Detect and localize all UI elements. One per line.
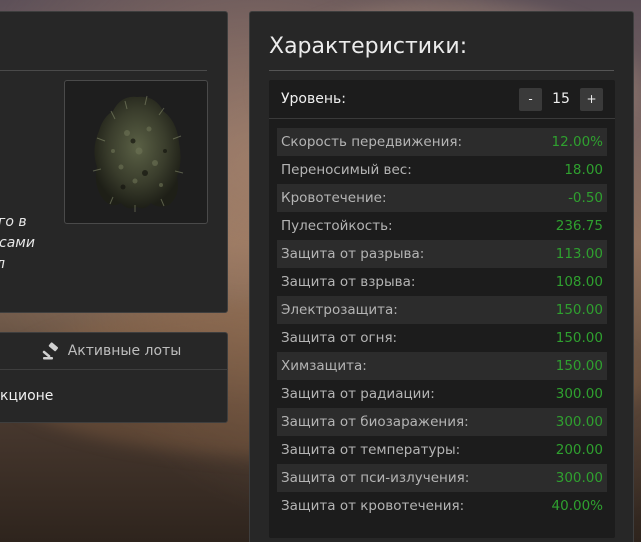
stat-name: Защита от кровотечения: [281,498,465,514]
stat-row: Защита от радиации: 300.00 [277,380,607,408]
stat-row: Кровотечение: -0.50 [277,184,607,212]
stat-value: 12.00% [551,134,603,150]
stat-row: Химзащита: 150.00 [277,352,607,380]
stat-row: Защита от взрыва: 108.00 [277,268,607,296]
lots-panel: Активные лоты кционе [0,332,228,423]
stat-value: 18.00 [564,162,603,178]
stat-value: 200.00 [555,442,603,458]
ghillie-suit-image [92,95,184,212]
stat-name: Переносимый вес: [281,162,412,178]
auction-status: кционе [0,388,54,404]
stat-name: Защита от температуры: [281,442,461,458]
stat-value: 40.00% [551,498,603,514]
stat-value: 300.00 [555,470,603,486]
stat-row: Электрозащита: 150.00 [277,296,607,324]
stat-name: Химзащита: [281,358,367,374]
characteristics-panel: Характеристики: Уровень: - 15 + Скорость… [249,11,634,542]
stat-row: Защита от разрыва: 113.00 [277,240,607,268]
level-value: 15 [552,91,570,107]
tab-label: Активные лоты [67,343,182,359]
level-increase-button[interactable]: + [580,87,603,111]
item-info-panel: го в сами л [0,11,228,313]
level-row: Уровень: - 15 + [269,80,615,119]
stat-name: Кровотечение: [281,190,387,206]
description-line: л [0,254,35,275]
stat-name: Защита от радиации: [281,386,435,402]
stat-value: 150.00 [555,330,603,346]
stats-container: Уровень: - 15 + Скорость передвижения: 12… [269,80,615,538]
description-line: го в [0,214,27,230]
stat-value: 236.75 [555,218,603,234]
stat-name: Электрозащита: [281,302,398,318]
stat-name: Пулестойкость: [281,218,393,234]
description-line: сами [0,235,35,251]
stat-row: Защита от биозаражения: 300.00 [277,408,607,436]
stat-value: 150.00 [555,358,603,374]
tab-active-lots[interactable]: Активные лоты [0,333,227,370]
stat-value: 113.00 [555,246,603,262]
stat-value: -0.50 [568,190,603,206]
stat-value: 300.00 [555,414,603,430]
stat-value: 300.00 [555,386,603,402]
stat-row: Защита от огня: 150.00 [277,324,607,352]
page-title: Характеристики: [269,34,468,59]
stat-name: Защита от биозаражения: [281,414,469,430]
stat-name: Защита от взрыва: [281,274,416,290]
gavel-icon [42,342,58,360]
panel-divider [269,70,614,71]
stat-row: Скорость передвижения: 12.00% [277,128,607,156]
stat-value: 150.00 [555,302,603,318]
stat-row: Переносимый вес: 18.00 [277,156,607,184]
level-decrease-button[interactable]: - [519,87,542,111]
level-label: Уровень: [281,91,346,107]
stat-row: Пулестойкость: 236.75 [277,212,607,240]
stats-list: Скорость передвижения: 12.00% Переносимый … [277,128,607,520]
panel-divider [0,70,207,71]
stat-row: Защита от температуры: 200.00 [277,436,607,464]
stat-name: Защита от пси-излучения: [281,470,470,486]
stat-row: Защита от кровотечения: 40.00% [277,492,607,520]
stat-row: Защита от пси-излучения: 300.00 [277,464,607,492]
stat-value: 108.00 [555,274,603,290]
stat-name: Защита от разрыва: [281,246,425,262]
item-image-frame [64,80,208,224]
item-description: го в сами л [0,212,35,275]
stat-name: Скорость передвижения: [281,134,463,150]
stat-name: Защита от огня: [281,330,398,346]
